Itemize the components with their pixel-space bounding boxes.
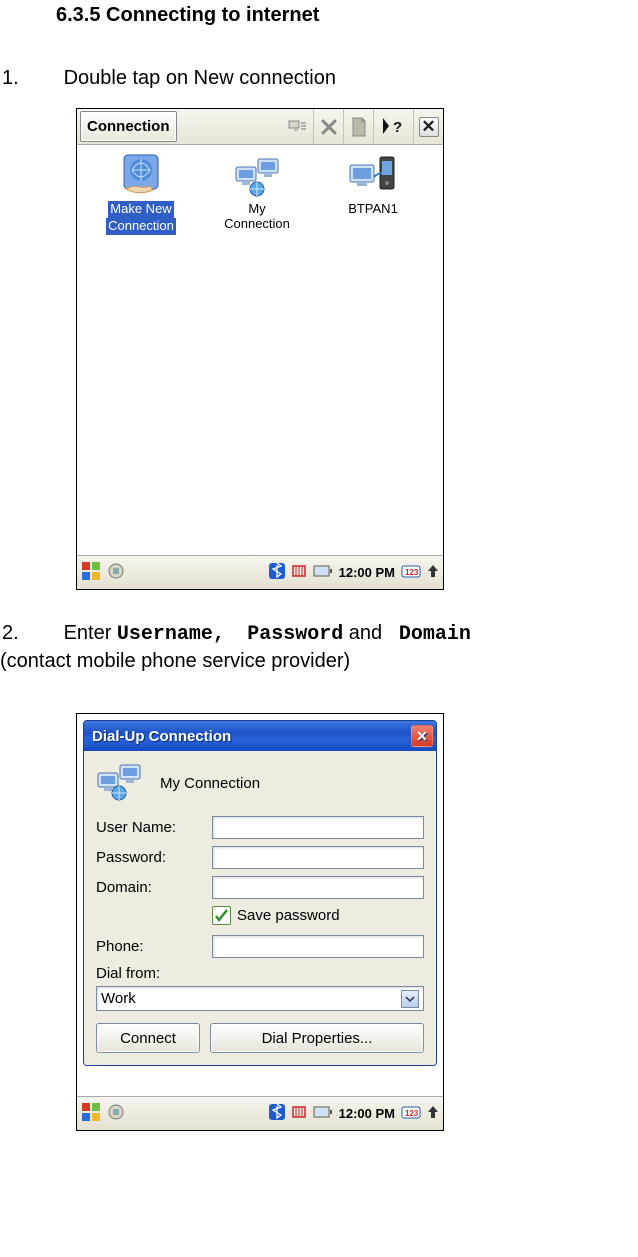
toolbar-document-icon[interactable] xyxy=(343,109,373,144)
toolbar-properties-icon[interactable] xyxy=(283,109,313,144)
label-username: User Name: xyxy=(96,819,212,836)
toolbar-help-icon[interactable]: ? xyxy=(373,109,413,144)
connection-name-text: My Connection xyxy=(160,775,260,792)
status-icon[interactable] xyxy=(291,563,307,582)
connection-my-connection[interactable]: My Connection xyxy=(203,153,311,231)
connect-button[interactable]: Connect xyxy=(96,1023,200,1053)
item-label: Make New xyxy=(108,201,173,218)
battery-icon[interactable] xyxy=(313,1106,333,1121)
dialup-window: Dial-Up Connection ✕ My Connection User … xyxy=(83,720,437,1066)
dial-from-dropdown[interactable]: Work xyxy=(96,986,424,1011)
taskbar: 12:00 PM 123 xyxy=(77,1096,443,1130)
clock-text: 12:00 PM xyxy=(339,565,395,580)
bluetooth-icon[interactable] xyxy=(269,1104,285,1123)
start-icon[interactable] xyxy=(81,1102,101,1125)
svg-text:?: ? xyxy=(393,119,402,136)
dialup-titlebar: Dial-Up Connection ✕ xyxy=(84,721,436,751)
section-title: 6.3.5 Connecting to internet xyxy=(56,4,638,27)
connection-make-new[interactable]: Make New Connection xyxy=(87,153,195,235)
svg-text:123: 123 xyxy=(405,1109,419,1118)
keyboard-icon[interactable]: 123 xyxy=(401,1104,421,1123)
dial-properties-button[interactable]: Dial Properties... xyxy=(210,1023,424,1053)
close-icon: ✕ xyxy=(416,728,428,745)
keyboard-icon[interactable]: 123 xyxy=(401,563,421,582)
battery-icon[interactable] xyxy=(313,565,333,580)
item-label: Connection xyxy=(224,216,290,231)
svg-text:123: 123 xyxy=(405,568,419,577)
domain-input[interactable] xyxy=(212,876,424,899)
label-password: Password: xyxy=(96,849,212,866)
network-computers-icon xyxy=(96,761,142,806)
dial-from-value: Work xyxy=(101,990,136,1007)
screenshot-dialup: Dial-Up Connection ✕ My Connection User … xyxy=(76,713,444,1131)
status-icon[interactable] xyxy=(291,1104,307,1123)
network-computers-icon xyxy=(232,153,282,197)
window-title-button[interactable]: Connection xyxy=(80,111,177,142)
step-2-number: 2. xyxy=(0,620,58,647)
save-password-label: Save password xyxy=(237,907,340,924)
globe-hand-icon xyxy=(116,153,166,197)
arrow-up-icon[interactable] xyxy=(427,1104,439,1123)
connection-btpan1[interactable]: BTPAN1 xyxy=(319,153,427,216)
item-label: BTPAN1 xyxy=(348,201,398,216)
label-domain: Domain: xyxy=(96,879,212,896)
step-2-suffix: (contact mobile phone service provider) xyxy=(0,648,636,675)
step-2-kw-username: Username, xyxy=(117,623,225,646)
label-dial-from: Dial from: xyxy=(96,965,424,982)
toolbar-delete-icon[interactable] xyxy=(313,109,343,144)
tray-app-icon[interactable] xyxy=(107,562,125,583)
dialup-title-text: Dial-Up Connection xyxy=(92,728,231,745)
step-2-prefix: Enter xyxy=(64,622,117,644)
window-title-text: Connection xyxy=(87,118,170,135)
phone-input[interactable] xyxy=(212,935,424,958)
label-phone: Phone: xyxy=(96,938,212,955)
password-input[interactable] xyxy=(212,846,424,869)
tray-app-icon[interactable] xyxy=(107,1103,125,1124)
toolbar: Connection ? ✕ xyxy=(77,109,443,145)
close-icon: ✕ xyxy=(419,117,439,137)
arrow-up-icon[interactable] xyxy=(427,563,439,582)
clock-text: 12:00 PM xyxy=(339,1106,395,1121)
chevron-down-icon xyxy=(401,990,419,1008)
screenshot-connections: Connection ? ✕ xyxy=(76,108,444,590)
start-icon[interactable] xyxy=(81,561,101,584)
connections-area: Make New Connection My Connection BTPAN1 xyxy=(77,145,443,555)
step-2-kw-domain: Domain xyxy=(399,623,471,646)
item-label: Connection xyxy=(106,218,176,235)
taskbar: 12:00 PM 123 xyxy=(77,555,443,589)
step-1-text: Double tap on New connection xyxy=(64,67,336,89)
close-button[interactable]: ✕ xyxy=(411,725,433,747)
item-label: My xyxy=(248,201,265,216)
step-2-mid: and xyxy=(349,622,388,644)
step-2-kw-password: Password xyxy=(247,623,343,646)
save-password-checkbox[interactable] xyxy=(212,906,231,925)
step-1-number: 1. xyxy=(0,65,58,92)
check-icon xyxy=(214,908,229,923)
bluetooth-icon[interactable] xyxy=(269,563,285,582)
close-button[interactable]: ✕ xyxy=(413,109,443,144)
username-input[interactable] xyxy=(212,816,424,839)
phone-pc-icon xyxy=(348,153,398,197)
